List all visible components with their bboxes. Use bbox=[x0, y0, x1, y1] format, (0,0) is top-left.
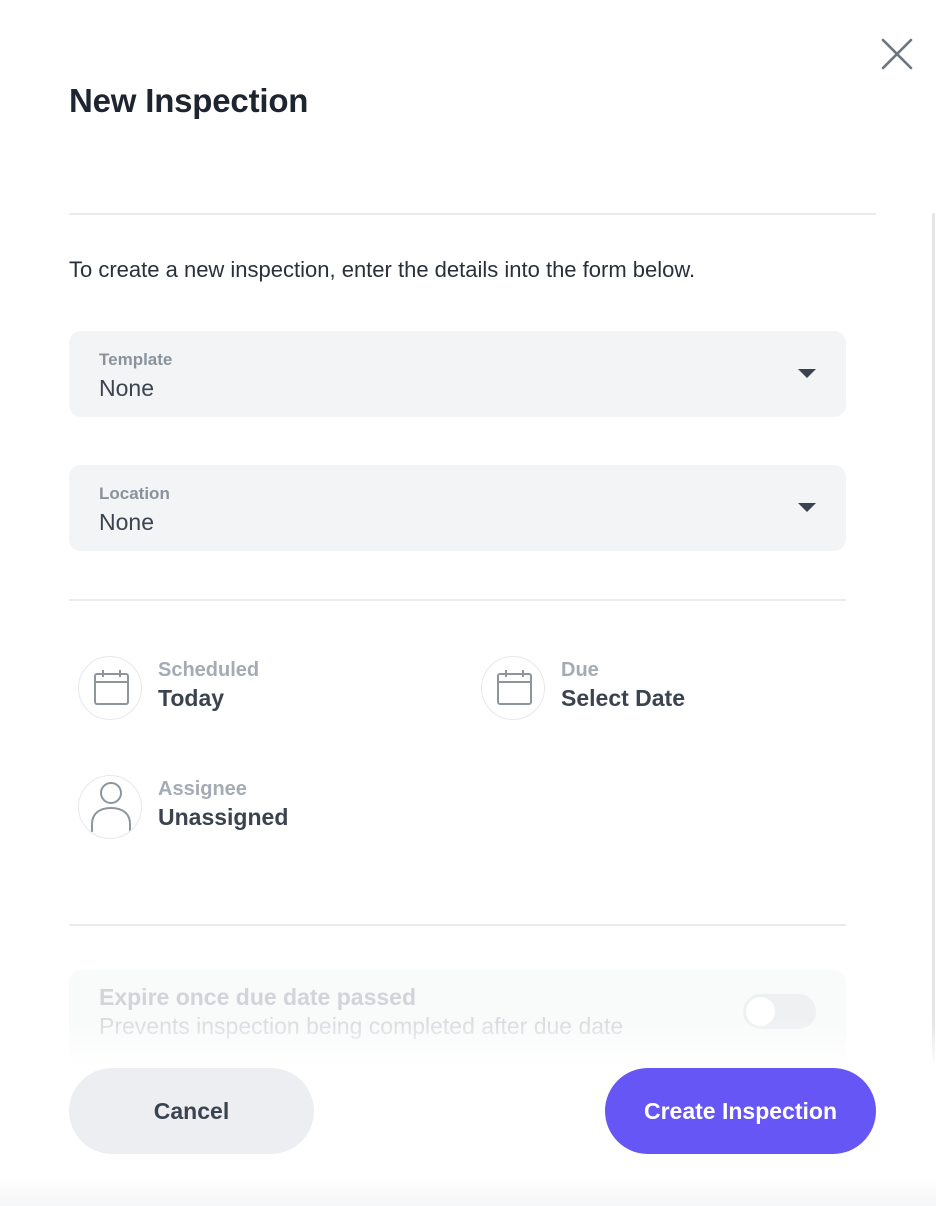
due-label: Due bbox=[561, 659, 599, 681]
scrollbar[interactable] bbox=[932, 213, 935, 1063]
due-value: Select Date bbox=[561, 685, 686, 711]
chevron-down-icon bbox=[798, 503, 816, 512]
scroll-fade bbox=[0, 1020, 936, 1068]
assignee-label: Assignee bbox=[158, 778, 247, 800]
close-icon bbox=[881, 38, 913, 70]
location-label: Location bbox=[99, 484, 170, 503]
dialog-title: New Inspection bbox=[69, 82, 309, 119]
scheduled-date-picker[interactable]: Scheduled Today bbox=[78, 656, 338, 720]
calendar-icon bbox=[78, 656, 142, 720]
intro-text: To create a new inspection, enter the de… bbox=[69, 257, 696, 282]
assignee-picker[interactable]: Assignee Unassigned bbox=[78, 775, 378, 839]
location-value: None bbox=[99, 509, 154, 535]
scheduled-value: Today bbox=[158, 685, 225, 711]
template-select[interactable]: Template None bbox=[69, 331, 846, 417]
user-icon bbox=[78, 775, 142, 839]
template-value: None bbox=[99, 375, 154, 401]
scheduled-label: Scheduled bbox=[158, 659, 260, 681]
assignee-value: Unassigned bbox=[158, 804, 289, 830]
chevron-down-icon bbox=[798, 369, 816, 378]
section-divider bbox=[69, 599, 846, 601]
close-button[interactable] bbox=[878, 35, 916, 73]
section-divider bbox=[69, 924, 846, 926]
create-inspection-button[interactable]: Create Inspection bbox=[605, 1068, 876, 1154]
location-select[interactable]: Location None bbox=[69, 465, 846, 551]
header-divider bbox=[69, 213, 876, 215]
expire-title: Expire once due date passed bbox=[99, 984, 417, 1010]
footer-shade bbox=[0, 1176, 936, 1206]
template-label: Template bbox=[99, 350, 173, 369]
due-date-picker[interactable]: Due Select Date bbox=[481, 656, 781, 720]
cancel-button[interactable]: Cancel bbox=[69, 1068, 314, 1154]
calendar-icon bbox=[481, 656, 545, 720]
